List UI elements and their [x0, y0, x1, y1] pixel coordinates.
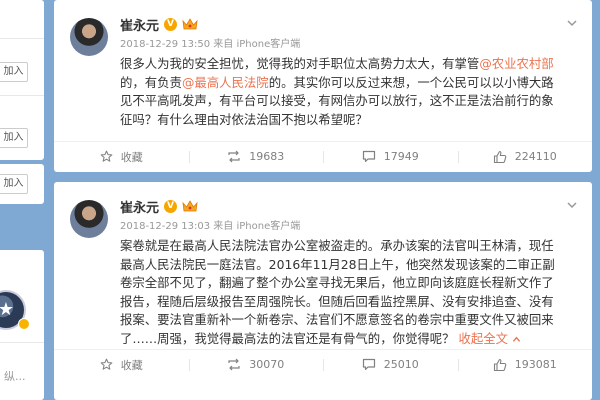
- sidebar-card-groups: 加入 加入: [0, 0, 44, 160]
- post-meta: 2018-12-29 13:50 来自 iPhone客户端: [120, 39, 301, 50]
- weibo-post: 崔永元 V 2018-12-29 13:50 来自 iPhone客户端 很多人为…: [54, 0, 592, 172]
- star-icon: [100, 150, 113, 162]
- favorite-button[interactable]: 收藏: [54, 142, 189, 171]
- comment-button[interactable]: 25010: [323, 350, 458, 379]
- author-avatar[interactable]: [70, 18, 108, 56]
- sidebar-card-item: 加入: [0, 164, 44, 204]
- recommend-name[interactable]: 纵...: [4, 368, 26, 384]
- crown-icon: [182, 18, 198, 30]
- comment-icon: [362, 358, 375, 371]
- chevron-down-icon[interactable]: [566, 196, 578, 209]
- join-button[interactable]: 加入: [0, 62, 28, 82]
- like-button[interactable]: 224110: [457, 142, 593, 171]
- divider: [0, 95, 44, 96]
- mention-link[interactable]: @最高人民法院: [182, 75, 269, 90]
- repost-icon: [228, 150, 240, 163]
- join-button[interactable]: 加入: [0, 174, 28, 194]
- author-name[interactable]: 崔永元: [120, 15, 159, 34]
- star-icon: [100, 358, 113, 370]
- verified-icon: V: [164, 17, 178, 31]
- like-button[interactable]: 193081: [457, 350, 593, 379]
- post-text: 案卷就是在最高人民法院法官办公室被盗走的。承办该案的法官叫王林清，现任最高人民法…: [120, 238, 555, 346]
- divider: [0, 38, 44, 39]
- repost-icon: [228, 358, 240, 371]
- left-sidebar: 加入 加入 加入 ★ 纵...: [0, 0, 48, 400]
- sidebar-card-recommend: ★ 纵...: [0, 250, 44, 400]
- mention-link[interactable]: @农业农村部: [479, 56, 553, 71]
- verified-icon: V: [164, 199, 178, 213]
- thumbs-up-icon: [493, 150, 507, 163]
- favorite-button[interactable]: 收藏: [54, 350, 189, 379]
- crown-icon: [182, 200, 198, 212]
- chevron-down-icon[interactable]: [566, 14, 578, 27]
- repost-button[interactable]: 19683: [188, 142, 324, 171]
- action-bar: 收藏 19683 17949 224110: [54, 141, 592, 171]
- repost-button[interactable]: 30070: [188, 350, 324, 379]
- post-text: 很多人为我的安全担忧，觉得我的对手职位太高势力太大，有掌管@农业农村部的，有负责…: [120, 56, 554, 127]
- collapse-link[interactable]: 收起全文: [459, 331, 509, 346]
- divider: [0, 342, 44, 343]
- post-meta: 2018-12-29 13:03 来自 iPhone客户端: [120, 221, 301, 232]
- chevron-up-icon[interactable]: [512, 335, 521, 344]
- action-bar: 收藏 30070 25010 193081: [54, 349, 592, 379]
- thumbs-up-icon: [493, 358, 507, 371]
- verified-badge: [18, 318, 30, 330]
- join-button[interactable]: 加入: [0, 128, 28, 148]
- author-name[interactable]: 崔永元: [120, 197, 159, 216]
- weibo-post: 崔永元 V 2018-12-29 13:03 来自 iPhone客户端 案卷就是…: [54, 182, 592, 400]
- author-avatar[interactable]: [70, 200, 108, 238]
- comment-icon: [362, 150, 375, 163]
- comment-button[interactable]: 17949: [323, 142, 458, 171]
